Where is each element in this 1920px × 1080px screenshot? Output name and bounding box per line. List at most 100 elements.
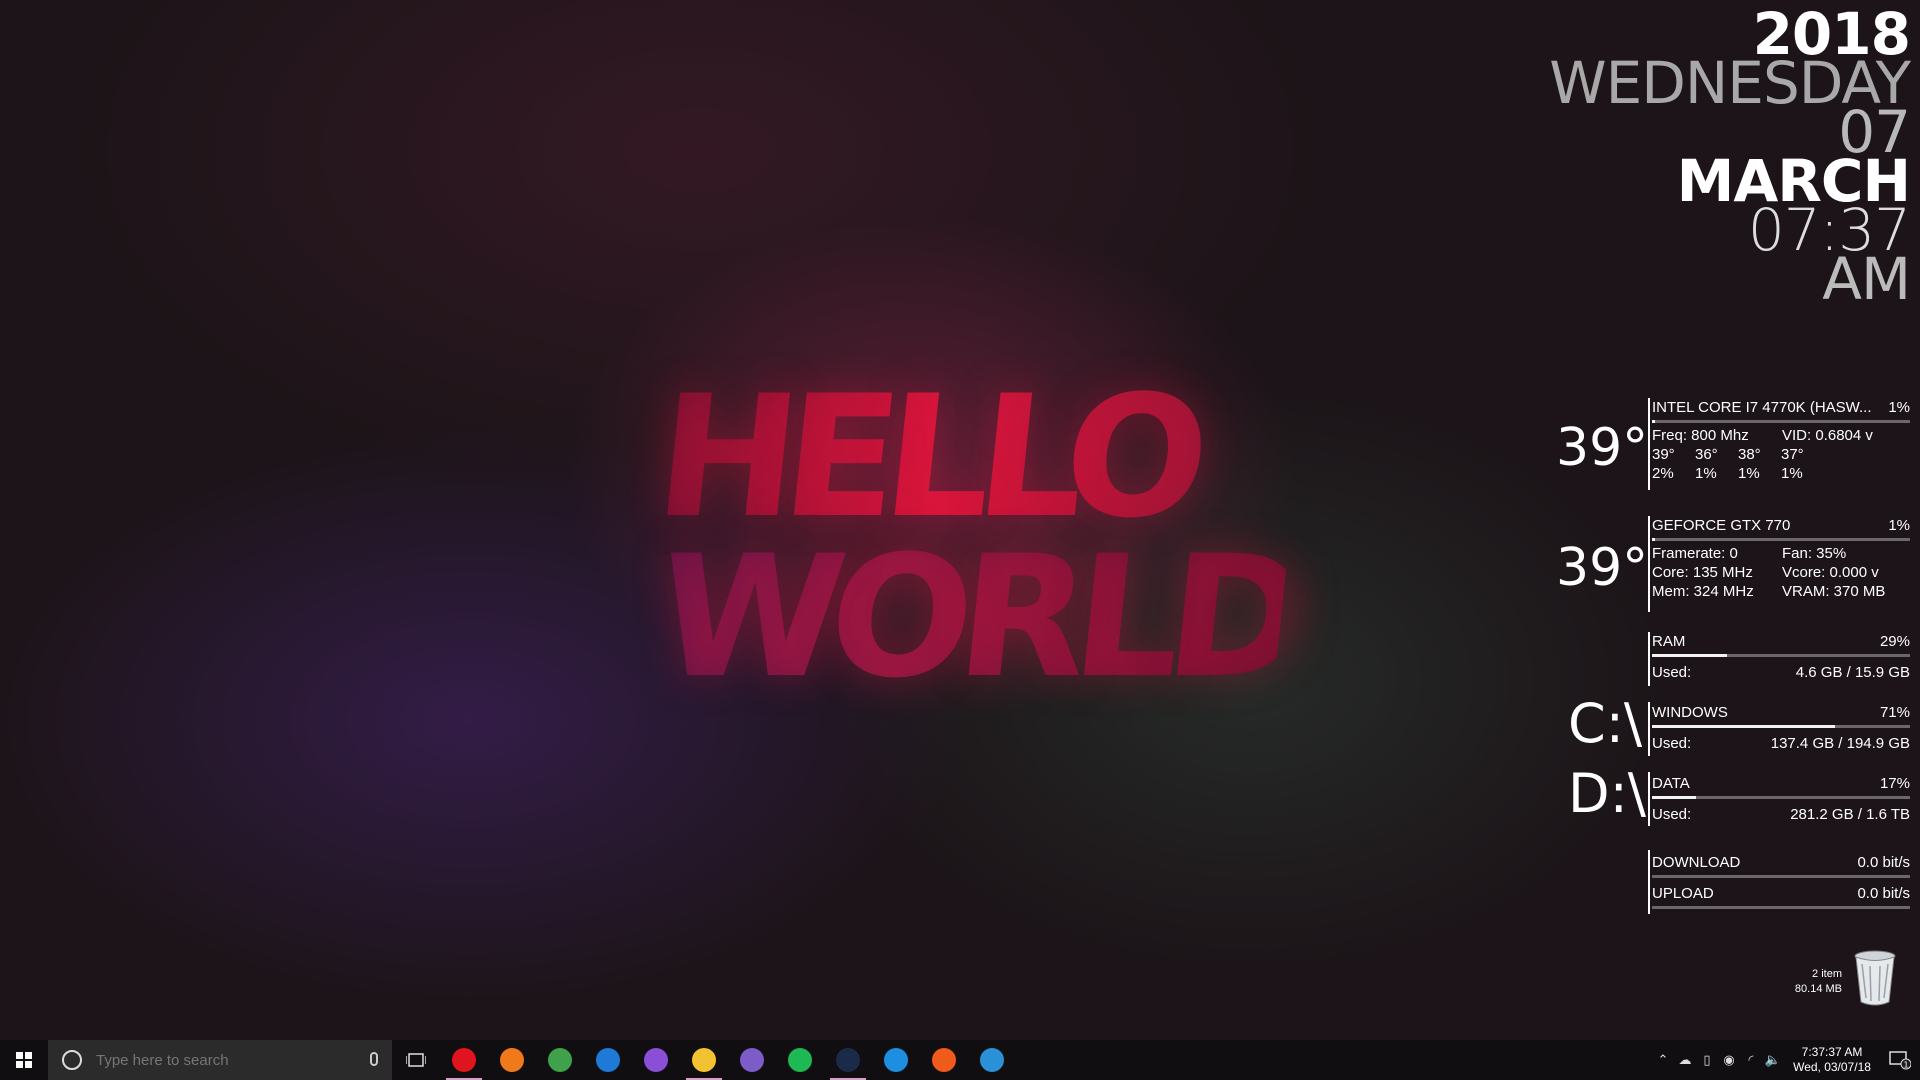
core-temp-3: 37° bbox=[1781, 446, 1804, 463]
core-load-3: 1% bbox=[1781, 465, 1803, 482]
onedrive-icon[interactable]: ☁ bbox=[1674, 1040, 1696, 1080]
cpu-divider bbox=[1648, 398, 1650, 490]
upload-rate: 0.0 bit/s bbox=[1857, 884, 1910, 902]
gpu-core-clock: Core: 135 MHz bbox=[1652, 564, 1753, 581]
uplay-button[interactable] bbox=[968, 1040, 1016, 1080]
drive-d-usage: 17% bbox=[1879, 774, 1910, 792]
ram-usage: 29% bbox=[1879, 632, 1910, 650]
drive-d-used-label: Used: bbox=[1652, 805, 1692, 823]
wallpaper-line-1: HELLO bbox=[640, 359, 1307, 555]
chevron-up-icon[interactable]: ⌃ bbox=[1652, 1040, 1674, 1080]
gpu-mem-clock: Mem: 324 MHz bbox=[1652, 583, 1754, 600]
drive-c-used-label: Used: bbox=[1652, 734, 1692, 752]
gpu-vcore: Vcore: 0.000 v bbox=[1782, 564, 1879, 581]
usb-icon[interactable]: ▯ bbox=[1696, 1040, 1718, 1080]
battle-net-button[interactable] bbox=[872, 1040, 920, 1080]
recycle-bin-icon[interactable] bbox=[1852, 948, 1898, 1008]
windows-logo-icon bbox=[16, 1052, 32, 1068]
ram-used-label: Used: bbox=[1652, 663, 1692, 681]
steam-button[interactable] bbox=[824, 1040, 872, 1080]
drive-c-section: WINDOWS 71% Used: 137.4 GB / 194.9 GB bbox=[1652, 701, 1910, 754]
recycle-bin-info: 2 item 80.14 MB bbox=[1770, 967, 1842, 997]
core-load-2: 1% bbox=[1738, 465, 1760, 482]
search-input[interactable] bbox=[94, 1050, 358, 1070]
spotify-button[interactable] bbox=[776, 1040, 824, 1080]
drive-c-usage-bar bbox=[1652, 725, 1910, 728]
cpu-usage: 1% bbox=[1888, 398, 1910, 416]
wallpaper-text: HELLO WORLD bbox=[624, 359, 1307, 715]
onenote-button[interactable] bbox=[632, 1040, 680, 1080]
gpu-section: GEFORCE GTX 770 1% Framerate: 0 Fan: 35%… bbox=[1652, 514, 1910, 600]
cpu-temperature: 39° bbox=[1556, 418, 1649, 478]
volume-icon[interactable]: 🔈 bbox=[1762, 1040, 1784, 1080]
firefox-icon bbox=[500, 1048, 524, 1072]
search-box[interactable] bbox=[48, 1040, 392, 1080]
edge-icon bbox=[596, 1048, 620, 1072]
wallpaper-line-2: WORLD bbox=[623, 519, 1304, 715]
drive-c-divider bbox=[1648, 702, 1650, 756]
viber-button[interactable] bbox=[728, 1040, 776, 1080]
spotify-icon bbox=[788, 1048, 812, 1072]
download-rate: 0.0 bit/s bbox=[1857, 853, 1910, 871]
gpu-temperature: 39° bbox=[1556, 538, 1649, 598]
cortana-icon bbox=[62, 1050, 82, 1070]
drive-d-used: 281.2 GB / 1.6 TB bbox=[1790, 805, 1910, 823]
cpu-name: INTEL CORE I7 4770K (HASW... bbox=[1652, 398, 1872, 416]
network-icon[interactable]: ◜ bbox=[1740, 1040, 1762, 1080]
pinned-apps bbox=[440, 1040, 1016, 1080]
firefox-button[interactable] bbox=[488, 1040, 536, 1080]
gpu-framerate: Framerate: 0 bbox=[1652, 545, 1738, 562]
steam-tray-icon[interactable]: ◉ bbox=[1718, 1040, 1740, 1080]
tray-time: 7:37:37 AM bbox=[1801, 1045, 1863, 1059]
download-label: DOWNLOAD bbox=[1652, 853, 1741, 871]
gpu-divider bbox=[1648, 516, 1650, 612]
drive-c-letter: C:\ bbox=[1568, 692, 1643, 755]
upload-label: UPLOAD bbox=[1652, 884, 1714, 902]
ram-divider bbox=[1648, 632, 1650, 686]
edge-button[interactable] bbox=[584, 1040, 632, 1080]
gpu-vram: VRAM: 370 MB bbox=[1782, 583, 1886, 600]
task-view-button[interactable] bbox=[392, 1040, 440, 1080]
recycle-bin-size: 80.14 MB bbox=[1794, 983, 1842, 995]
taskbar: ⌃ ☁ ▯ ◉ ◜ 🔈 7:37:37 AM Wed, 03/07/18 1 bbox=[0, 1040, 1920, 1080]
drive-d-divider bbox=[1648, 772, 1650, 826]
viber-icon bbox=[740, 1048, 764, 1072]
ram-section: RAM 29% Used: 4.6 GB / 15.9 GB bbox=[1652, 630, 1910, 683]
cpu-frequency: Freq: 800 Mhz bbox=[1652, 427, 1749, 444]
drive-c-used: 137.4 GB / 194.9 GB bbox=[1770, 734, 1910, 752]
origin-button[interactable] bbox=[920, 1040, 968, 1080]
clock-ampm: AM bbox=[1822, 245, 1911, 313]
drive-d-section: DATA 17% Used: 281.2 GB / 1.6 TB bbox=[1652, 772, 1910, 825]
gpu-usage-bar bbox=[1652, 538, 1910, 541]
cpu-vid: VID: 0.6804 v bbox=[1782, 427, 1873, 444]
system-tray: ⌃ ☁ ▯ ◉ ◜ 🔈 7:37:37 AM Wed, 03/07/18 1 bbox=[1652, 1040, 1920, 1080]
uplay-icon bbox=[980, 1048, 1004, 1072]
drive-d-usage-bar bbox=[1652, 796, 1910, 799]
tray-clock[interactable]: 7:37:37 AM Wed, 03/07/18 bbox=[1784, 1045, 1880, 1075]
opera-button[interactable] bbox=[440, 1040, 488, 1080]
steam-icon bbox=[836, 1048, 860, 1072]
tray-date: Wed, 03/07/18 bbox=[1793, 1060, 1871, 1074]
origin-icon bbox=[932, 1048, 956, 1072]
upload-bar bbox=[1652, 906, 1910, 909]
start-button[interactable] bbox=[0, 1040, 48, 1080]
microphone-icon[interactable] bbox=[370, 1052, 378, 1066]
notification-icon: 1 bbox=[1889, 1051, 1911, 1070]
task-view-icon bbox=[406, 1053, 426, 1067]
gpu-fan: Fan: 35% bbox=[1782, 545, 1847, 562]
core-load-0: 2% bbox=[1652, 465, 1674, 482]
drive-c-usage: 71% bbox=[1879, 703, 1910, 721]
drive-c-label: WINDOWS bbox=[1652, 703, 1728, 721]
action-center-button[interactable]: 1 bbox=[1880, 1040, 1920, 1080]
chrome-button[interactable] bbox=[536, 1040, 584, 1080]
core-temp-2: 38° bbox=[1738, 446, 1761, 463]
drive-d-label: DATA bbox=[1652, 774, 1690, 792]
onenote-icon bbox=[644, 1048, 668, 1072]
file-explorer-button[interactable] bbox=[680, 1040, 728, 1080]
network-section: DOWNLOAD 0.0 bit/s UPLOAD 0.0 bit/s bbox=[1652, 851, 1910, 913]
chrome-icon bbox=[548, 1048, 572, 1072]
network-divider bbox=[1648, 850, 1650, 914]
clock-widget: 2018 WEDNESDAY 07 MARCH 07:37 AM bbox=[1549, 5, 1911, 313]
core-temp-1: 36° bbox=[1695, 446, 1718, 463]
ram-used: 4.6 GB / 15.9 GB bbox=[1795, 663, 1910, 681]
